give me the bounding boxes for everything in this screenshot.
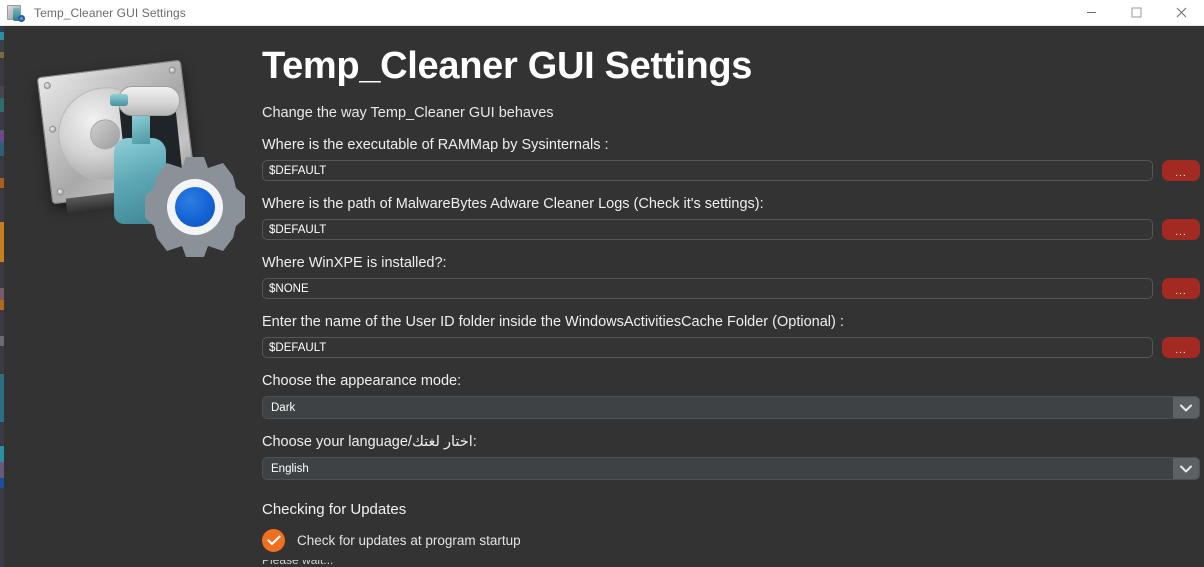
dropdown-value-language: English (271, 462, 309, 475)
field-row-appearance-mode: Dark (262, 396, 1200, 419)
close-button[interactable] (1159, 0, 1204, 26)
minimize-button[interactable] (1069, 0, 1114, 26)
page-subtitle: Change the way Temp_Cleaner GUI behaves (262, 105, 554, 121)
maximize-button[interactable] (1114, 0, 1159, 26)
settings-form: Temp_Cleaner GUI Settings Change the way… (262, 26, 1200, 567)
label-appearance-mode: Choose the appearance mode: (262, 373, 462, 389)
window-controls (1069, 0, 1204, 26)
label-language: Choose your language/اختار لغتك: (262, 434, 477, 450)
title-bar: Temp_Cleaner GUI Settings (0, 0, 1204, 26)
browse-button-adware-cleaner-logs-path[interactable]: ... (1162, 219, 1200, 240)
browse-button-winxpe-path[interactable]: ... (1162, 278, 1200, 299)
field-row-user-id-folder: ... (262, 337, 1200, 358)
page-title: Temp_Cleaner GUI Settings (262, 45, 753, 87)
field-row-language: English (262, 457, 1200, 480)
browse-button-user-id-folder[interactable]: ... (1162, 337, 1200, 358)
window-content: Temp_Cleaner GUI Settings Change the way… (4, 26, 1204, 567)
dropdown-language[interactable]: English (262, 457, 1200, 480)
input-adware-cleaner-logs-path[interactable] (262, 219, 1153, 240)
checkbox-row-updates: Check for updates at program startup (262, 529, 1200, 552)
field-row-winxpe-path: ... (262, 278, 1200, 299)
label-adware-cleaner-logs-path: Where is the path of MalwareBytes Adware… (262, 196, 764, 212)
field-row-rammap-path: ... (262, 160, 1200, 181)
footer-status-text: Please wait... (262, 560, 334, 567)
input-winxpe-path[interactable] (262, 278, 1153, 299)
field-row-adware-cleaner-logs-path: ... (262, 219, 1200, 240)
checkbox-label-check-for-updates: Check for updates at program startup (297, 533, 521, 548)
label-winxpe-path: Where WinXPE is installed?: (262, 255, 447, 271)
chevron-down-icon[interactable] (1173, 458, 1199, 479)
dropdown-appearance-mode[interactable]: Dark (262, 396, 1200, 419)
label-rammap-path: Where is the executable of RAMMap by Sys… (262, 137, 609, 153)
app-icon (4, 3, 26, 23)
section-title-updates: Checking for Updates (262, 501, 407, 518)
browse-button-rammap-path[interactable]: ... (1162, 160, 1200, 181)
label-user-id-folder: Enter the name of the User ID folder ins… (262, 314, 844, 330)
window-title: Temp_Cleaner GUI Settings (34, 5, 186, 20)
checkbox-check-for-updates[interactable] (262, 529, 285, 552)
input-user-id-folder[interactable] (262, 337, 1153, 358)
dropdown-value-appearance-mode: Dark (271, 401, 296, 414)
footer-clipped-text-area: Please wait... (262, 560, 1200, 567)
app-logo-icon (34, 54, 249, 259)
settings-window: Temp_Cleaner GUI Settings Temp_Cleaner G… (0, 0, 1204, 567)
chevron-down-icon[interactable] (1173, 397, 1199, 418)
input-rammap-path[interactable] (262, 160, 1153, 181)
